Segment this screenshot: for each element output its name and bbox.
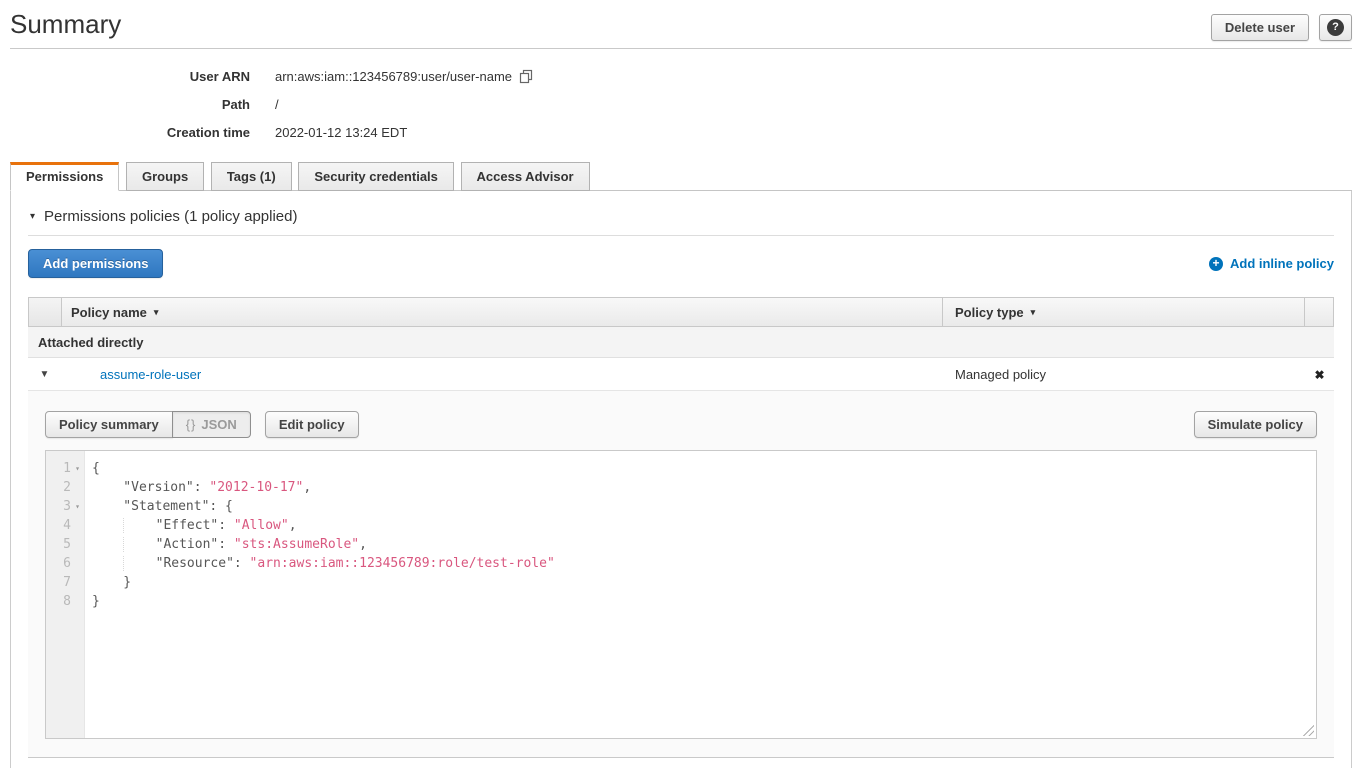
- code-line: }: [92, 592, 1316, 611]
- info-label: Path: [0, 97, 250, 112]
- gutter-line: 2: [46, 478, 84, 497]
- info-row-creation-time: Creation time 2022-01-12 13:24 EDT: [0, 118, 1362, 146]
- policy-detail-toolbar: Policy summary {} JSON Edit policy Simul…: [45, 411, 1317, 438]
- gutter-line: 6: [46, 554, 84, 573]
- tab-security-credentials[interactable]: Security credentials: [298, 162, 454, 191]
- simulate-policy-button[interactable]: Simulate policy: [1194, 411, 1317, 438]
- gutter-line: 8: [46, 592, 84, 611]
- code-line: "Effect": "Allow",: [92, 516, 1316, 535]
- tab-bar: Permissions Groups Tags (1) Security cre…: [10, 162, 1352, 191]
- gutter-line: 1▾: [46, 459, 84, 478]
- gutter-line: 3▾: [46, 497, 84, 516]
- gutter-line: 7: [46, 573, 84, 592]
- policy-view-toggle: Policy summary {} JSON: [45, 411, 251, 438]
- fold-spacer: [71, 554, 84, 573]
- tab-access-advisor[interactable]: Access Advisor: [461, 162, 590, 191]
- row-expand-arrow-icon[interactable]: ▼: [28, 369, 61, 380]
- info-value: arn:aws:iam::123456789:user/user-name: [275, 69, 534, 84]
- info-label: User ARN: [0, 69, 250, 84]
- plus-icon: +: [1209, 257, 1223, 271]
- code-line: "Statement": {: [92, 497, 1316, 516]
- help-button[interactable]: ?: [1319, 14, 1352, 41]
- fold-spacer: [71, 535, 84, 554]
- policy-json-editor[interactable]: 1▾23▾45678 { "Version": "2012-10-17", "S…: [45, 450, 1317, 739]
- info-label: Creation time: [0, 125, 250, 140]
- tab-groups[interactable]: Groups: [126, 162, 204, 191]
- collapse-arrow-icon[interactable]: ▾: [30, 211, 35, 222]
- braces-icon: {}: [186, 417, 197, 432]
- gutter-line: 4: [46, 516, 84, 535]
- add-inline-policy-label: Add inline policy: [1230, 256, 1334, 271]
- add-inline-policy-link[interactable]: + Add inline policy: [1209, 256, 1334, 271]
- gutter-line: 5: [46, 535, 84, 554]
- fold-spacer: [71, 573, 84, 592]
- info-row-user-arn: User ARN arn:aws:iam::123456789:user/use…: [0, 62, 1362, 90]
- json-view-label: JSON: [201, 417, 236, 432]
- attached-directly-group-row: Attached directly: [28, 327, 1334, 358]
- fold-arrow-icon[interactable]: ▾: [71, 497, 84, 516]
- add-permissions-button[interactable]: Add permissions: [28, 249, 163, 278]
- info-value: /: [275, 97, 279, 112]
- policy-type-cell: Managed policy: [943, 367, 1305, 382]
- tab-tags[interactable]: Tags (1): [211, 162, 292, 191]
- policy-table-header: Policy name ▾ Policy type ▾: [28, 297, 1334, 327]
- sort-arrow-icon: ▾: [154, 307, 159, 318]
- fold-spacer: [71, 478, 84, 497]
- policy-table-row: ▼ assume-role-user Managed policy ✖: [28, 358, 1334, 391]
- policy-name-column-header[interactable]: Policy name ▾: [62, 298, 942, 326]
- code-line: "Version": "2012-10-17",: [92, 478, 1316, 497]
- page-title: Summary: [10, 8, 121, 40]
- expand-column-header: [29, 298, 62, 326]
- policy-type-column-header[interactable]: Policy type ▾: [942, 298, 1304, 326]
- help-icon: ?: [1327, 19, 1344, 36]
- policy-summary-button[interactable]: Policy summary: [45, 411, 173, 438]
- policy-name-cell: assume-role-user: [61, 367, 943, 382]
- page-header: Summary Delete user ?: [0, 0, 1362, 48]
- json-view-button[interactable]: {} JSON: [172, 411, 251, 438]
- permissions-policies-header: ▾ Permissions policies (1 policy applied…: [28, 206, 1334, 225]
- section-title: Permissions policies (1 policy applied): [44, 208, 297, 225]
- remove-policy-button[interactable]: ✖: [1314, 368, 1324, 382]
- user-info-section: User ARN arn:aws:iam::123456789:user/use…: [0, 49, 1362, 148]
- sort-arrow-icon: ▾: [1031, 307, 1036, 318]
- editor-lines: { "Version": "2012-10-17", "Statement": …: [85, 451, 1316, 738]
- user-arn-value: arn:aws:iam::123456789:user/user-name: [275, 69, 512, 84]
- code-line: {: [92, 459, 1316, 478]
- code-line: "Action": "sts:AssumeRole",: [92, 535, 1316, 554]
- code-line: }: [92, 573, 1316, 592]
- copy-icon[interactable]: [519, 69, 534, 84]
- permissions-tab-panel: ▾ Permissions policies (1 policy applied…: [10, 191, 1352, 768]
- editor-gutter: 1▾23▾45678: [46, 451, 85, 738]
- info-row-path: Path /: [0, 90, 1362, 118]
- policy-name-link[interactable]: assume-role-user: [100, 367, 201, 382]
- edit-policy-button[interactable]: Edit policy: [265, 411, 359, 438]
- policy-name-header-label: Policy name: [71, 305, 147, 320]
- policy-type-header-label: Policy type: [955, 305, 1024, 320]
- policy-actions-row: Add permissions + Add inline policy: [28, 249, 1334, 278]
- info-value: 2022-01-12 13:24 EDT: [275, 125, 407, 140]
- header-actions: Delete user ?: [1211, 14, 1352, 41]
- policy-actions-cell: ✖: [1305, 367, 1334, 382]
- fold-arrow-icon[interactable]: ▾: [71, 459, 84, 478]
- section-divider: [28, 235, 1334, 236]
- actions-column-header: [1304, 298, 1333, 326]
- policy-table: Policy name ▾ Policy type ▾ Attached dir…: [28, 297, 1334, 758]
- policy-detail-panel: Policy summary {} JSON Edit policy Simul…: [28, 391, 1334, 758]
- fold-spacer: [71, 592, 84, 611]
- fold-spacer: [71, 516, 84, 535]
- tab-permissions[interactable]: Permissions: [10, 162, 119, 191]
- code-line: "Resource": "arn:aws:iam::123456789:role…: [92, 554, 1316, 573]
- delete-user-button[interactable]: Delete user: [1211, 14, 1309, 41]
